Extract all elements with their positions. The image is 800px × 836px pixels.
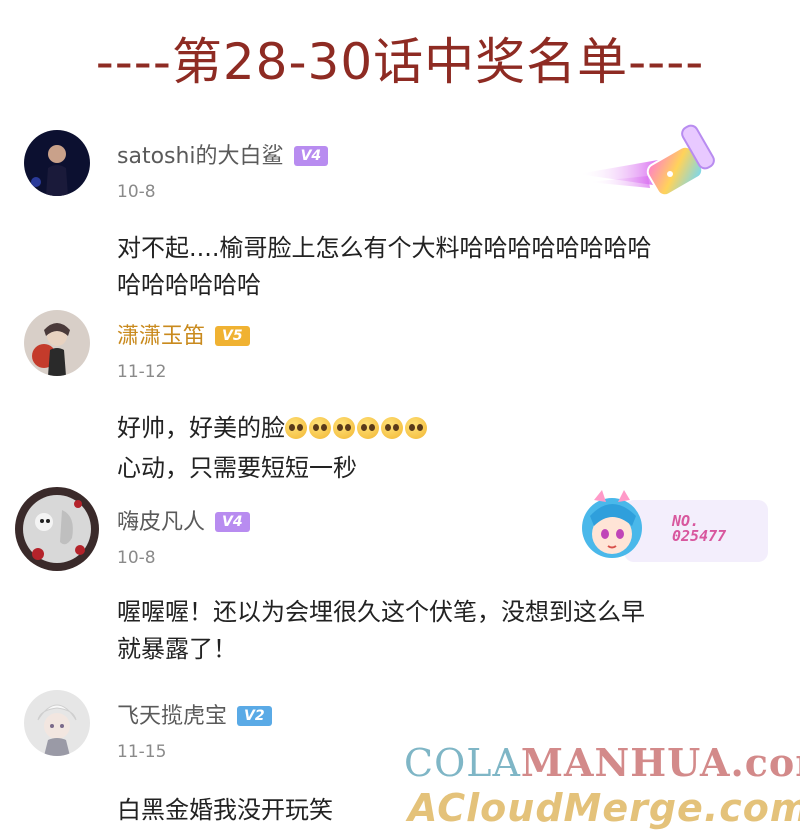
paintbrush-sticker-icon [578, 116, 748, 210]
level-badge: V4 [293, 146, 329, 166]
pleading-face-icon [285, 417, 307, 439]
pleading-face-icon [333, 417, 355, 439]
level-badge: V4 [215, 512, 250, 532]
avatar[interactable] [24, 310, 90, 376]
avatar[interactable] [24, 690, 90, 756]
comment-text: 对不起....榆哥脸上怎么有个大料哈哈哈哈哈哈哈哈 哈哈哈哈哈哈 [117, 230, 767, 304]
comment-text: 好帅，好美的脸 心动，只需要短短一秒 [117, 410, 767, 487]
username[interactable]: 嗨皮凡人 V4 [117, 504, 250, 536]
username-text[interactable]: satoshi的大白鲨 [117, 144, 284, 169]
watermark-part2: MANHUA.com [520, 740, 800, 785]
comment-text: 喔喔喔！还以为会埋很久这个伏笔，没想到这么早 就暴露了！ [117, 594, 767, 668]
username[interactable]: 飞天揽虎宝 V2 [117, 698, 272, 730]
comment-date: 11-15 [117, 742, 167, 762]
avatar[interactable] [24, 130, 90, 196]
username-text[interactable]: 潇潇玉笛 [117, 324, 205, 349]
comment-line: 对不起....榆哥脸上怎么有个大料哈哈哈哈哈哈哈哈 [117, 234, 652, 262]
number-badge-sticker: NO. 025477 [572, 486, 772, 572]
watermark-part1: COLA [404, 741, 521, 785]
comment-date: 10-8 [117, 182, 156, 202]
comment-date: 11-12 [117, 362, 167, 382]
comment-date: 10-8 [117, 548, 156, 568]
avatar[interactable] [14, 486, 100, 572]
badge-number-label: NO. 025477 [672, 514, 726, 544]
pleading-face-icon [309, 417, 331, 439]
pleading-face-icon [381, 417, 403, 439]
level-badge: V5 [215, 326, 250, 346]
badge-number-prefix: NO. 025477 [672, 512, 727, 545]
watermark-acloudmerge: ACloudMerge.com [408, 786, 800, 830]
pleading-face-icon [357, 417, 379, 439]
pleading-face-emoji-row [285, 413, 429, 450]
level-badge: V2 [237, 706, 272, 726]
comment-line-text: 好帅，好美的脸 [117, 414, 285, 442]
pleading-face-icon [405, 417, 427, 439]
comment-line: 哈哈哈哈哈哈 [117, 271, 261, 299]
username[interactable]: satoshi的大白鲨 V4 [117, 138, 329, 170]
comment-line: 好帅，好美的脸 [117, 410, 767, 450]
username-text[interactable]: 飞天揽虎宝 [117, 704, 227, 729]
comment-line: 喔喔喔！还以为会埋很久这个伏笔，没想到这么早 [117, 598, 645, 626]
page-title: ----第28-30话中奖名单---- [95, 33, 705, 91]
username[interactable]: 潇潇玉笛 V5 [117, 318, 250, 350]
username-text[interactable]: 嗨皮凡人 [117, 510, 205, 535]
comment-line: 就暴露了！ [117, 635, 237, 663]
watermark-colamanhua: COLAMANHUA.com [404, 740, 800, 785]
comment-line: 心动，只需要短短一秒 [117, 454, 357, 482]
